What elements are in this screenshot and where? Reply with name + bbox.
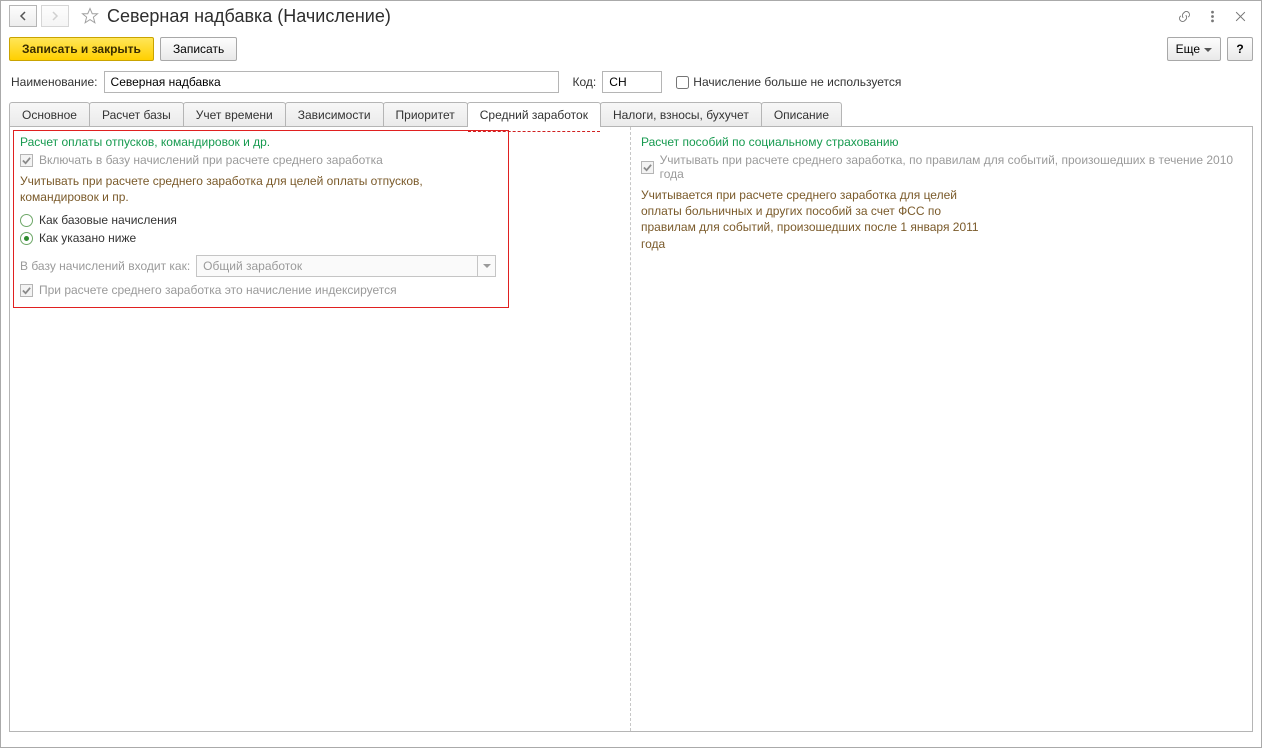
include-social-label: Учитывать при расчете среднего заработка…	[660, 153, 1242, 181]
chevron-down-icon	[477, 256, 495, 276]
not-used-label: Начисление больше не используется	[693, 75, 901, 89]
base-type-select[interactable]: Общий заработок	[196, 255, 496, 277]
radio-as-specified[interactable]: Как указано ниже	[20, 231, 620, 245]
not-used-checkbox[interactable]: Начисление больше не используется	[676, 75, 901, 89]
favorite-star-icon[interactable]	[79, 5, 101, 27]
tab-base-calc[interactable]: Расчет базы	[89, 102, 184, 127]
left-note: Учитывать при расчете среднего заработка…	[20, 173, 440, 205]
tab-description[interactable]: Описание	[761, 102, 842, 127]
radio-as-base-label: Как базовые начисления	[39, 213, 177, 227]
more-button[interactable]: Еще	[1167, 37, 1221, 61]
left-column: Расчет оплаты отпусков, командировок и д…	[10, 127, 631, 731]
name-input[interactable]	[104, 71, 559, 93]
radio-as-specified-label: Как указано ниже	[39, 231, 136, 245]
right-column: Расчет пособий по социальному страховани…	[631, 127, 1252, 731]
checkbox-icon	[20, 154, 33, 167]
tab-main[interactable]: Основное	[9, 102, 90, 127]
tab-content: Расчет оплаты отпусков, командировок и д…	[9, 126, 1253, 732]
save-and-close-button[interactable]: Записать и закрыть	[9, 37, 154, 61]
tab-dependencies[interactable]: Зависимости	[285, 102, 384, 127]
radio-as-base[interactable]: Как базовые начисления	[20, 213, 620, 227]
titlebar: Северная надбавка (Начисление)	[1, 1, 1261, 33]
tab-taxes[interactable]: Налоги, взносы, бухучет	[600, 102, 762, 127]
tab-priority[interactable]: Приоритет	[383, 102, 468, 127]
close-icon[interactable]	[1231, 7, 1249, 25]
toolbar: Записать и закрыть Записать Еще ?	[1, 33, 1261, 69]
radio-icon	[20, 214, 33, 227]
base-type-value: Общий заработок	[203, 259, 302, 273]
indexation-checkbox: При расчете среднего заработка это начис…	[20, 283, 620, 297]
help-button[interactable]: ?	[1227, 37, 1253, 61]
code-input[interactable]	[602, 71, 662, 93]
tab-strip: Основное Расчет базы Учет времени Зависи…	[9, 102, 1253, 127]
code-label: Код:	[573, 75, 597, 89]
include-in-base-label: Включать в базу начислений при расчете с…	[39, 153, 383, 167]
save-button[interactable]: Записать	[160, 37, 237, 61]
include-in-base-checkbox: Включать в базу начислений при расчете с…	[20, 153, 620, 167]
right-note: Учитывается при расчете среднего заработ…	[641, 187, 981, 252]
window-title: Северная надбавка (Начисление)	[107, 6, 391, 27]
nav-back-button[interactable]	[9, 5, 37, 27]
not-used-checkbox-input[interactable]	[676, 76, 689, 89]
checkbox-icon	[20, 284, 33, 297]
tab-time-tracking[interactable]: Учет времени	[183, 102, 286, 127]
name-label: Наименование:	[11, 75, 98, 89]
indexation-label: При расчете среднего заработка это начис…	[39, 283, 397, 297]
header-fields: Наименование: Код: Начисление больше не …	[1, 69, 1261, 101]
nav-forward-button[interactable]	[41, 5, 69, 27]
base-type-row: В базу начислений входит как: Общий зара…	[20, 255, 620, 277]
base-type-label: В базу начислений входит как:	[20, 259, 190, 273]
left-section-title: Расчет оплаты отпусков, командировок и д…	[20, 135, 620, 149]
tab-average-earnings[interactable]: Средний заработок	[467, 102, 601, 127]
radio-icon-checked	[20, 232, 33, 245]
checkbox-icon	[641, 161, 654, 174]
kebab-menu-icon[interactable]	[1203, 7, 1221, 25]
right-section-title: Расчет пособий по социальному страховани…	[641, 135, 1242, 149]
link-icon[interactable]	[1175, 7, 1193, 25]
include-social-checkbox: Учитывать при расчете среднего заработка…	[641, 153, 1242, 181]
